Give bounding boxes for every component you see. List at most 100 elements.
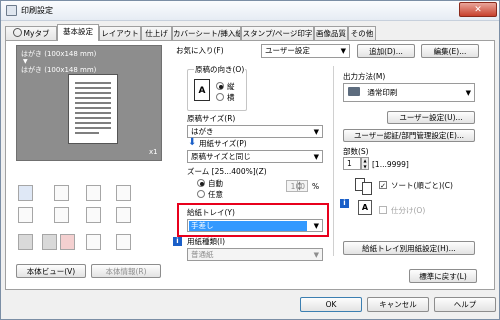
device-info-button[interactable]: 本体情報(R) (91, 264, 161, 278)
user-settings-label: ユーザー設定(U)... (399, 113, 463, 122)
restore-defaults-button[interactable]: 標準に戻す(L) (409, 269, 477, 283)
favorites-label: お気に入り(F) (176, 46, 224, 55)
zoom-auto-label: 自動 (208, 179, 223, 188)
secure-print-icon (116, 234, 131, 250)
paper-preview: はがき (100x148 mm) ▼ はがき (100x148 mm) x1 (16, 45, 162, 161)
output-tray-icon (18, 185, 33, 201)
finisher-icon (54, 185, 69, 201)
collate-checkbox[interactable]: ✓ (379, 181, 387, 190)
original-size-label: 原稿サイズ(R) (187, 114, 236, 123)
portrait-page-icon: A (194, 79, 210, 101)
paper-size-label: 用紙サイズ(P) (199, 139, 247, 148)
favorites-edit-label: 編集(E)... (433, 47, 467, 56)
user-settings-button[interactable]: ユーザー設定(U)... (387, 111, 475, 124)
preview-original-size: はがき (100x148 mm) (21, 50, 97, 58)
paper-type-label: 用紙種類(I) (187, 237, 226, 246)
tab-my[interactable]: Myタブ (5, 26, 57, 40)
portrait-label: 縦 (227, 82, 235, 91)
chevron-down-icon: ▼ (340, 47, 346, 55)
favorites-select[interactable]: ユーザー設定 ▼ (261, 44, 350, 58)
collate-icon (355, 178, 375, 196)
paper-type-value: 普通紙 (191, 250, 214, 259)
cancel-button[interactable]: キャンセル (367, 297, 429, 312)
tab-label: 画像品質 (316, 29, 346, 38)
cancel-label: キャンセル (379, 300, 417, 309)
print-output-icon (348, 87, 360, 96)
chevron-down-icon: ▼ (465, 89, 471, 97)
restore-defaults-label: 標準に戻す(L) (419, 272, 467, 281)
ok-button[interactable]: OK (300, 297, 362, 312)
landscape-radio[interactable] (216, 93, 224, 101)
print-settings-window: 印刷設定 ✕ Myタブ 基本設定 レイアウト 仕上げ カバーシート/挿入紙 スタ… (0, 0, 500, 320)
user-auth-icon (42, 234, 57, 250)
preview-page (68, 74, 118, 144)
chevron-down-icon: ▼ (313, 128, 319, 136)
window-close-button[interactable]: ✕ (459, 2, 497, 17)
device-view-button[interactable]: 本体ビュー(V) (16, 264, 86, 278)
offset-icon: A (358, 200, 372, 215)
title-bar: 印刷設定 ✕ (1, 1, 499, 21)
ok-label: OK (325, 300, 337, 309)
output-label: 出力方法(M) (343, 72, 386, 81)
chevron-down-icon: ▼ (313, 222, 319, 230)
copies-spin-button[interactable]: ▲ ▼ (361, 157, 369, 170)
favorites-add-button[interactable]: 追加(D)... (357, 44, 415, 58)
tab-label: スタンプ/ページ印字 (242, 29, 313, 38)
tab-image-quality[interactable]: 画像品質 (314, 26, 348, 40)
favorites-edit-button[interactable]: 編集(E)... (421, 44, 479, 58)
tray-paper-settings-button[interactable]: 給紙トレイ別用紙設定(H)... (343, 241, 475, 255)
original-size-select[interactable]: はがき ▼ (187, 125, 323, 138)
orientation-group: 原稿の向き(O) A 縦 横 (187, 65, 247, 111)
zoom-unit: % (312, 182, 320, 191)
my-tab-icon (12, 28, 22, 37)
tab-label: 仕上げ (145, 29, 168, 38)
tab-stamp[interactable]: スタンプ/ページ印字 (241, 26, 314, 40)
help-label: ヘルプ (453, 300, 477, 309)
output-select[interactable]: 通常印刷 ▼ (343, 83, 475, 102)
tab-basic[interactable]: 基本設定 (57, 24, 99, 41)
tab-other[interactable]: その他 (348, 26, 376, 40)
device-icon (18, 234, 33, 250)
vertical-divider (333, 66, 334, 256)
tab-label: カバーシート/挿入紙 (173, 29, 241, 38)
punch-icon (54, 207, 69, 223)
user-auth-settings-label: ユーザー認証/部門管理設定(E)... (353, 131, 465, 140)
zoom-custom-radio[interactable] (197, 190, 205, 198)
zoom-spin-button[interactable]: ▲ ▼ (297, 180, 305, 192)
account-icon (60, 234, 75, 250)
user-auth-settings-button[interactable]: ユーザー認証/部門管理設定(E)... (343, 129, 475, 142)
tab-cover-sheet[interactable]: カバーシート/挿入紙 (172, 26, 241, 40)
paper-type-select[interactable]: 普通紙 ▼ (187, 248, 323, 261)
zoom-custom-label: 任意 (208, 190, 223, 199)
tab-finishing[interactable]: 仕上げ (141, 26, 172, 40)
collate-page-front (362, 182, 372, 195)
landscape-label: 横 (227, 93, 235, 102)
collate-label: ソート(順ごと)(C) (391, 181, 453, 190)
chevron-down-icon: ▼ (313, 153, 319, 161)
chevron-down-icon: ▼ (313, 251, 319, 259)
portrait-radio[interactable] (216, 82, 224, 90)
close-icon: ✕ (474, 5, 482, 15)
tray-select[interactable]: 手差し ▼ (187, 219, 323, 232)
tab-label: その他 (350, 29, 374, 38)
printer-app-icon (6, 5, 17, 16)
booklet-icon (116, 185, 131, 201)
zoom-auto-radio[interactable] (197, 179, 205, 187)
paper-size-value: 原稿サイズと同じ (191, 152, 251, 161)
copies-label: 部数(S) (343, 147, 369, 156)
tab-layout[interactable]: レイアウト (99, 26, 141, 40)
offset-label: 仕分け(O) (391, 206, 426, 215)
offset-checkbox[interactable] (379, 206, 387, 214)
help-button[interactable]: ヘルプ (434, 297, 496, 312)
copies-range: [1...9999] (372, 160, 409, 169)
favorites-value: ユーザー設定 (265, 46, 310, 55)
paper-size-select[interactable]: 原稿サイズと同じ ▼ (187, 150, 323, 163)
original-size-value: はがき (191, 127, 214, 136)
fold-icon (86, 207, 101, 223)
window-title: 印刷設定 (21, 6, 53, 15)
orientation-label: 原稿の向き(O) (194, 65, 246, 75)
preview-text-lines (75, 82, 111, 134)
tray-selected-value: 手差し (189, 221, 307, 231)
copies-input[interactable]: 1 (343, 157, 361, 170)
tab-label: Myタブ (23, 29, 50, 38)
